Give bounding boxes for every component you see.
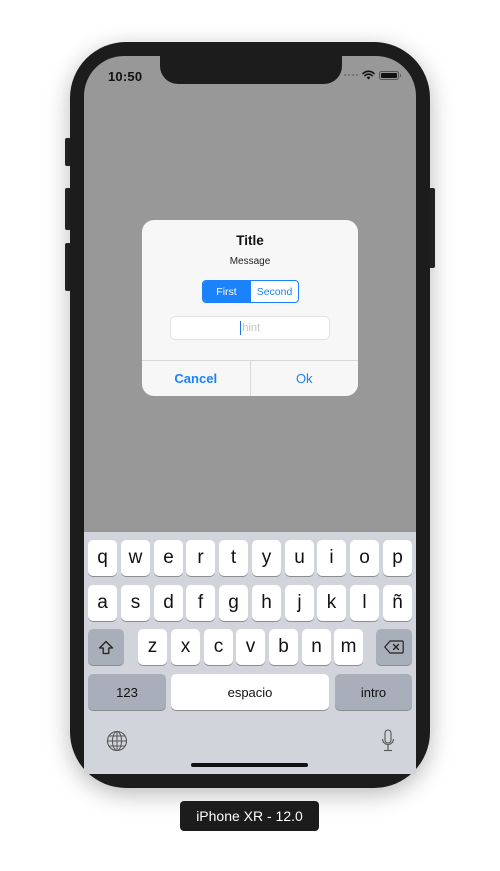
simulator-stage: 10:50 Title Message First Second hint Ca…: [0, 0, 500, 871]
key-i[interactable]: i: [317, 540, 346, 576]
status-icons: [344, 70, 401, 80]
keyboard: q w e r t y u i o p a s d f g h j k l ñ …: [84, 532, 416, 774]
key-u[interactable]: u: [285, 540, 314, 576]
key-l[interactable]: l: [350, 585, 379, 621]
globe-icon: [106, 730, 128, 752]
dictation-button[interactable]: [381, 729, 395, 758]
key-e[interactable]: e: [154, 540, 183, 576]
key-k[interactable]: k: [317, 585, 346, 621]
shift-icon: [98, 640, 114, 654]
key-o[interactable]: o: [350, 540, 379, 576]
space-key[interactable]: espacio: [171, 674, 329, 710]
key-z[interactable]: z: [138, 629, 167, 665]
key-r[interactable]: r: [186, 540, 215, 576]
alert-dialog: Title Message First Second hint Cancel O…: [142, 220, 358, 396]
key-f[interactable]: f: [186, 585, 215, 621]
key-m[interactable]: m: [334, 629, 363, 665]
cancel-button[interactable]: Cancel: [142, 361, 251, 396]
key-s[interactable]: s: [121, 585, 150, 621]
alert-message: Message: [229, 256, 271, 267]
key-p[interactable]: p: [383, 540, 412, 576]
key-j[interactable]: j: [285, 585, 314, 621]
hint-text-field[interactable]: hint: [170, 316, 330, 340]
text-cursor: [239, 321, 242, 335]
alert-actions: Cancel Ok: [142, 360, 358, 396]
shift-key[interactable]: [88, 629, 124, 665]
key-b[interactable]: b: [269, 629, 298, 665]
delete-icon: [384, 640, 404, 654]
key-a[interactable]: a: [88, 585, 117, 621]
key-w[interactable]: w: [121, 540, 150, 576]
key-y[interactable]: y: [252, 540, 281, 576]
wifi-icon: [362, 70, 375, 80]
key-d[interactable]: d: [154, 585, 183, 621]
return-key[interactable]: intro: [335, 674, 412, 710]
microphone-icon: [381, 729, 395, 752]
battery-icon: [379, 70, 401, 80]
notch: [160, 56, 342, 84]
status-time: 10:50: [108, 69, 143, 84]
globe-button[interactable]: [106, 730, 128, 757]
key-n[interactable]: n: [302, 629, 331, 665]
segment-second[interactable]: Second: [250, 281, 298, 302]
alert-title: Title: [236, 233, 264, 248]
key-h[interactable]: h: [252, 585, 281, 621]
key-v[interactable]: v: [236, 629, 265, 665]
key-q[interactable]: q: [88, 540, 117, 576]
home-indicator[interactable]: [191, 763, 308, 767]
delete-key[interactable]: [376, 629, 412, 665]
key-g[interactable]: g: [219, 585, 248, 621]
key-x[interactable]: x: [171, 629, 200, 665]
segment-first[interactable]: First: [203, 281, 250, 302]
numbers-key[interactable]: 123: [88, 674, 166, 710]
segmented-control: First Second: [202, 280, 299, 303]
cellular-signal-icon: [344, 74, 358, 76]
ok-button[interactable]: Ok: [251, 361, 359, 396]
device-label: iPhone XR - 12.0: [180, 801, 319, 831]
text-field-placeholder: hint: [242, 322, 261, 334]
key-c[interactable]: c: [204, 629, 233, 665]
key-n-tilde[interactable]: ñ: [383, 585, 412, 621]
key-t[interactable]: t: [219, 540, 248, 576]
